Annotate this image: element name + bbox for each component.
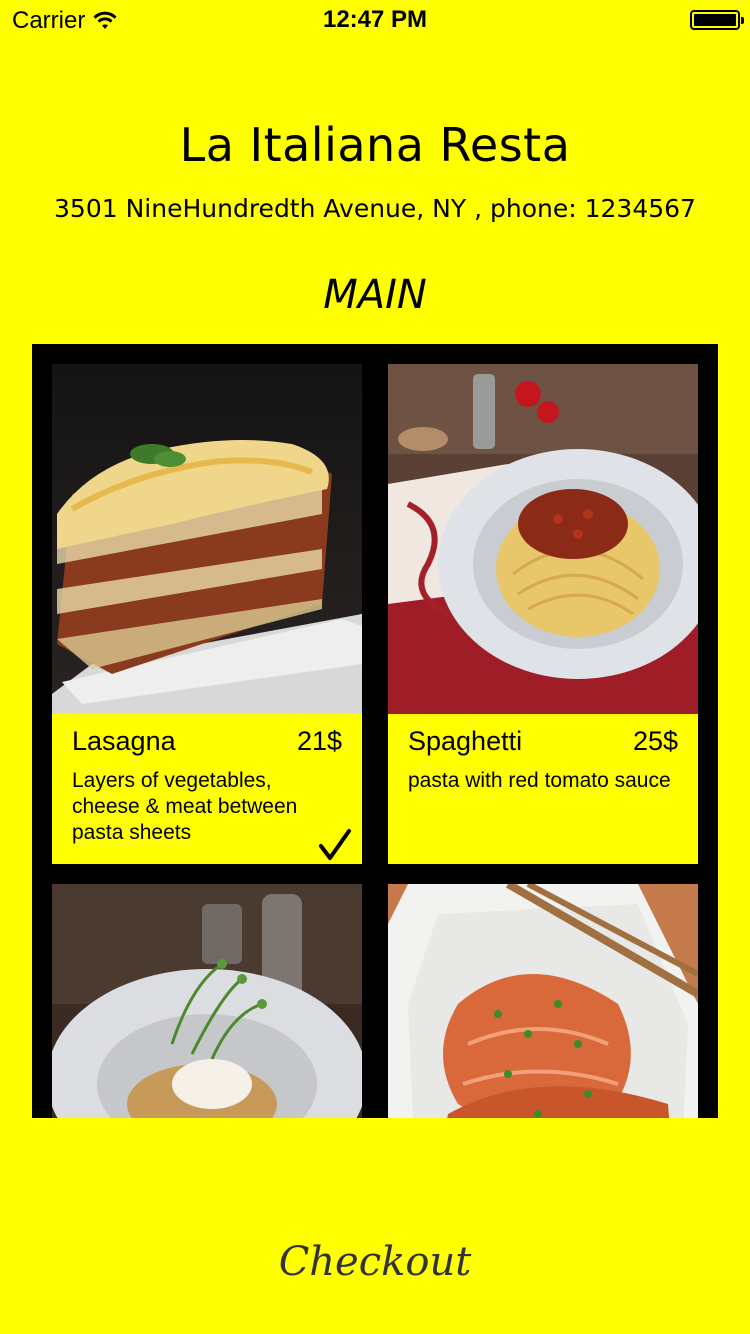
menu-item-4[interactable] [388,884,698,1118]
spaghetti-info: Spaghetti 25$ pasta with red tomato sauc… [388,714,698,864]
menu-item-price: 25$ [632,726,678,756]
lasagna-photo [52,364,362,714]
menu-item-name: Spaghetti [408,726,523,756]
checkout-button[interactable]: Checkout [225,1232,525,1292]
risotto-photo [52,884,362,1118]
menu-item-description: Layers of vegetables, cheese & meat betw… [72,769,298,844]
menu-grid[interactable]: Lasagna 21$ Layers of vegetables, cheese… [32,344,718,1118]
restaurant-name: La Italiana Resta [179,118,571,172]
battery-icon [690,10,744,30]
menu-item-lasagna[interactable]: Lasagna 21$ Layers of vegetables, cheese… [52,364,362,864]
menu-item-price: 21$ [296,726,342,756]
menu-item-spaghetti[interactable]: Spaghetti 25$ pasta with red tomato sauc… [388,364,698,864]
salmon-photo [388,884,698,1118]
lasagna-info: Lasagna 21$ Layers of vegetables, cheese… [52,714,362,864]
checkmark-icon [319,829,351,860]
status-time: 12:47 PM [322,6,428,33]
menu-item-description: pasta with red tomato sauce [408,769,671,792]
status-bar: Carrier 12:47 PM [0,0,750,40]
spaghetti-photo [388,364,698,714]
menu-item-3[interactable] [52,884,362,1118]
menu-item-name: Lasagna [72,726,176,756]
restaurant-address: 3501 NineHundredth Avenue, NY , phone: 1… [54,194,696,223]
section-title: MAIN [323,272,427,318]
